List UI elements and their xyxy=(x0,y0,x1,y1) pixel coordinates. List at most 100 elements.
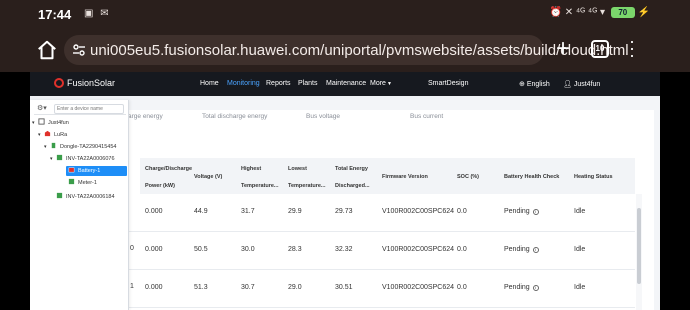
tree-node-owner[interactable]: ▾ Just4fun xyxy=(32,118,69,128)
column-header-power[interactable]: Charge/Discharge Power (kW) xyxy=(145,164,192,192)
tree-node-label: Battery-1 xyxy=(78,168,101,174)
browser-toolbar: uni005eu5.fusionsolar.huawei.com/uniport… xyxy=(0,28,690,72)
kpi-label-charge-energy: arge energy xyxy=(128,113,163,120)
column-header-heating[interactable]: Heating Status xyxy=(574,172,613,183)
site-settings-icon[interactable] xyxy=(71,42,87,58)
nav-plants[interactable]: Plants xyxy=(298,80,317,87)
inverter-icon xyxy=(56,192,63,199)
kpi-label-bus-current: Bus current xyxy=(410,113,444,120)
cell-soc: 0.0 xyxy=(457,284,467,291)
user-icon: 👤︎ xyxy=(563,81,574,88)
header-line: Highest xyxy=(241,166,262,172)
tree-node-label: Meter-1 xyxy=(78,180,97,186)
system-status-icons: ⏰ ✕ ⁴ᴳ ⁴ᴳ ▾ 70 ⚡ xyxy=(550,7,650,18)
header-line: Discharged... xyxy=(335,183,370,189)
device-search-input[interactable] xyxy=(54,104,124,114)
cell-heating: Idle xyxy=(574,208,586,215)
table-row: 0.000 51.3 30.7 29.0 30.51 V100R002C00SP… xyxy=(128,270,635,308)
battery-device-icon xyxy=(68,167,75,173)
column-header-health-check[interactable]: Battery Health Check xyxy=(504,172,559,183)
table-row: 0.000 44.9 31.7 29.9 29.73 V100R002C00SP… xyxy=(128,194,635,232)
home-icon[interactable] xyxy=(36,39,58,61)
info-icon[interactable]: i xyxy=(532,209,539,215)
tree-node-plant[interactable]: ▾ LuRa xyxy=(38,130,67,140)
cell-health-check: Pending i xyxy=(504,284,539,291)
device-tree-panel: ⚙▾ ▾Just4fun ▾LuRa ▾Dongle-TA2290415454 … xyxy=(30,100,129,310)
tree-node-label: Dongle-TA2290415454 xyxy=(60,144,117,150)
smartdesign-link[interactable]: SmartDesign xyxy=(428,80,468,87)
cell-highest-temp: 30.0 xyxy=(241,246,255,253)
chevron-down-icon: ▼ xyxy=(386,81,392,87)
column-header-firmware[interactable]: Firmware Version xyxy=(382,172,428,183)
web-page: FusionSolar Home Monitoring Reports Plan… xyxy=(0,72,690,310)
notification-icons: ▣ ✉ xyxy=(84,8,111,19)
meter-icon xyxy=(68,178,75,185)
cell-firmware: V100R002C00SPC624 xyxy=(382,208,454,215)
column-header-total-discharged[interactable]: Total Energy Discharged... xyxy=(335,164,370,192)
dongle-icon xyxy=(51,142,56,149)
cell-power: 0.000 xyxy=(145,246,163,253)
cell-highest-temp: 30.7 xyxy=(241,284,255,291)
health-status: Pending xyxy=(504,246,530,253)
info-icon[interactable]: i xyxy=(532,285,539,291)
nav-maintenance[interactable]: Maintenance xyxy=(326,80,366,87)
tab-switcher-button[interactable]: 10 xyxy=(591,40,609,58)
globe-icon: ⊕ xyxy=(519,81,527,88)
tree-node-label: LuRa xyxy=(54,132,68,138)
left-viewport-gutter xyxy=(0,72,30,310)
tree-node-label: Just4fun xyxy=(48,120,69,126)
column-header-lowest-temp[interactable]: Lowest Temperature... xyxy=(288,164,326,192)
android-status-bar: 17:44 ▣ ✉ ⏰ ✕ ⁴ᴳ ⁴ᴳ ▾ 70 ⚡ xyxy=(0,0,690,28)
clock: 17:44 xyxy=(38,7,72,22)
nav-more[interactable]: More▼ xyxy=(370,80,392,87)
language-label: English xyxy=(526,81,550,88)
nav-reports[interactable]: Reports xyxy=(266,80,291,87)
tree-node-label: INV-TA22A0006076 xyxy=(66,156,115,162)
filter-icon[interactable]: ⚙▾ xyxy=(37,104,47,112)
cell-total-discharged: 29.73 xyxy=(335,208,353,215)
column-header-voltage[interactable]: Voltage (V) xyxy=(194,172,222,183)
user-menu[interactable]: 👤︎ Just4fun xyxy=(563,80,600,88)
cell-firmware: V100R002C00SPC624 xyxy=(382,284,454,291)
cell-soc: 0.0 xyxy=(457,208,467,215)
url-text[interactable]: uni005eu5.fusionsolar.huawei.com/uniport… xyxy=(90,42,629,59)
battery-icon: 70 xyxy=(610,7,635,18)
cell-total-discharged: 30.51 xyxy=(335,284,353,291)
address-bar[interactable]: uni005eu5.fusionsolar.huawei.com/uniport… xyxy=(64,35,629,65)
cell-power: 0.000 xyxy=(145,208,163,215)
tree-node-meter[interactable]: Meter-1 xyxy=(68,178,97,188)
brand-logo[interactable]: FusionSolar xyxy=(54,78,115,88)
tree-node-inverter-2[interactable]: INV-TA22A0006184 xyxy=(56,192,115,202)
cell-highest-temp: 31.7 xyxy=(241,208,255,215)
cell-soc: 0.0 xyxy=(457,246,467,253)
cell-health-check: Pending i xyxy=(504,246,539,253)
cell-voltage: 44.9 xyxy=(194,208,208,215)
cell-lowest-temp: 28.3 xyxy=(288,246,302,253)
user-name: Just4fun xyxy=(573,81,601,88)
tree-node-label: INV-TA22A0006184 xyxy=(66,194,115,200)
cell-heating: Idle xyxy=(574,284,586,291)
info-icon[interactable]: i xyxy=(532,247,539,253)
plant-icon xyxy=(44,130,51,137)
tree-node-dongle[interactable]: ▾ Dongle-TA2290415454 xyxy=(44,142,116,152)
tree-node-battery[interactable]: Battery-1 xyxy=(66,166,127,176)
nav-monitoring[interactable]: Monitoring xyxy=(227,80,260,87)
tree-node-inverter-1[interactable]: ▾ INV-TA22A0006076 xyxy=(50,154,115,164)
table-row: 0.000 50.5 30.0 28.3 32.32 V100R002C00SP… xyxy=(128,232,635,270)
column-header-highest-temp[interactable]: Highest Temperature... xyxy=(241,164,279,192)
header-line: Charge/Discharge xyxy=(145,166,193,172)
nav-more-label: More xyxy=(370,80,386,87)
column-header-soc[interactable]: SOC (%) xyxy=(457,172,479,183)
cell-health-check: Pending i xyxy=(504,208,539,215)
cell-heating: Idle xyxy=(574,246,586,253)
new-tab-button[interactable]: + xyxy=(553,37,573,61)
kpi-label-bus-voltage: Bus voltage xyxy=(306,113,340,120)
cell-total-discharged: 32.32 xyxy=(335,246,353,253)
header-line: Power (kW) xyxy=(145,183,175,189)
browser-menu-icon[interactable]: · · · xyxy=(627,32,637,64)
language-selector[interactable]: ⊕ English xyxy=(519,80,550,88)
top-navigation: FusionSolar Home Monitoring Reports Plan… xyxy=(30,72,660,96)
table-scrollbar-thumb[interactable] xyxy=(637,208,641,284)
kpi-label-discharge-energy: Total discharge energy xyxy=(202,113,268,120)
nav-home[interactable]: Home xyxy=(200,80,219,87)
